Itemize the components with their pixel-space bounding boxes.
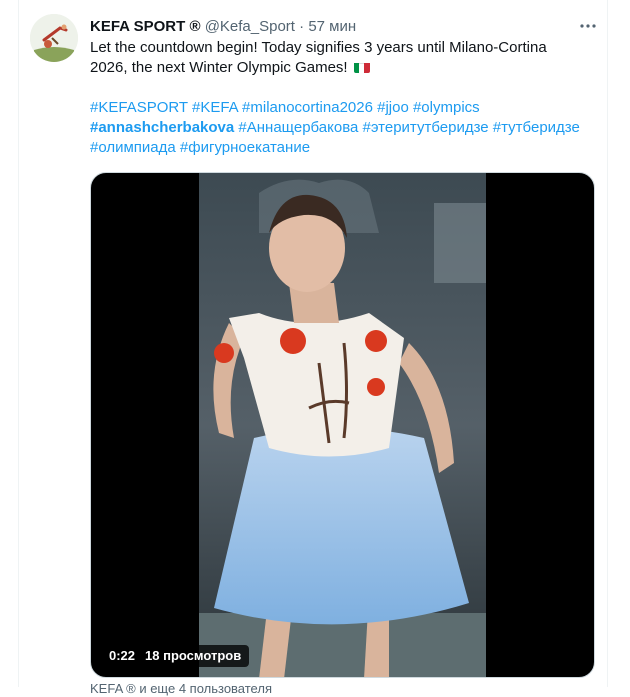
italy-flag-icon xyxy=(353,61,370,73)
video-frame xyxy=(199,173,486,677)
hashtags-line1[interactable]: #KEFASPORT #KEFA #milanocortina2026 #jjo… xyxy=(90,98,595,118)
video-stats-pill: 0:22 18 просмотров xyxy=(101,645,250,667)
hashtags-line2-rest[interactable]: #Аннащербакова #этеритутберидзе #тутбери… xyxy=(234,119,579,136)
tweet-time[interactable]: 57 мин xyxy=(308,18,356,35)
dot-separator: · xyxy=(299,18,305,35)
hashtags-line3[interactable]: #олимпиада #фигурноекатание xyxy=(90,138,595,158)
video-duration: 0:22 xyxy=(109,648,136,663)
social-context[interactable]: KEFA ® и еще 4 пользователя xyxy=(90,681,272,697)
avatar-image xyxy=(30,14,78,62)
tweet-header: KEFA SPORT ® @Kefa_Sport · 57 мин xyxy=(90,17,356,37)
tweet-text: Let the countdown begin! Today signifies… xyxy=(90,38,595,158)
avatar[interactable] xyxy=(30,14,78,62)
video-thumbnail xyxy=(199,173,486,677)
video-views: 18 просмотров xyxy=(145,648,242,663)
hashtag-annashcherbakova[interactable]: #annashcherbakova xyxy=(90,119,234,136)
tweet-text-line1: Let the countdown begin! Today signifies… xyxy=(90,39,547,56)
tweet-text-line2: 2026, the next Winter Olympic Games! xyxy=(90,59,348,76)
more-options-button[interactable] xyxy=(576,14,600,38)
more-horizontal-icon xyxy=(580,24,596,28)
author-name[interactable]: KEFA SPORT ® xyxy=(90,18,201,35)
video-player[interactable]: 0:22 18 просмотров xyxy=(90,172,595,678)
author-handle[interactable]: @Kefa_Sport xyxy=(205,18,295,35)
hashtags-line2: #annashcherbakova #Аннащербакова #этерит… xyxy=(90,118,595,138)
tweet-text-line2-wrap: 2026, the next Winter Olympic Games! xyxy=(90,58,595,78)
